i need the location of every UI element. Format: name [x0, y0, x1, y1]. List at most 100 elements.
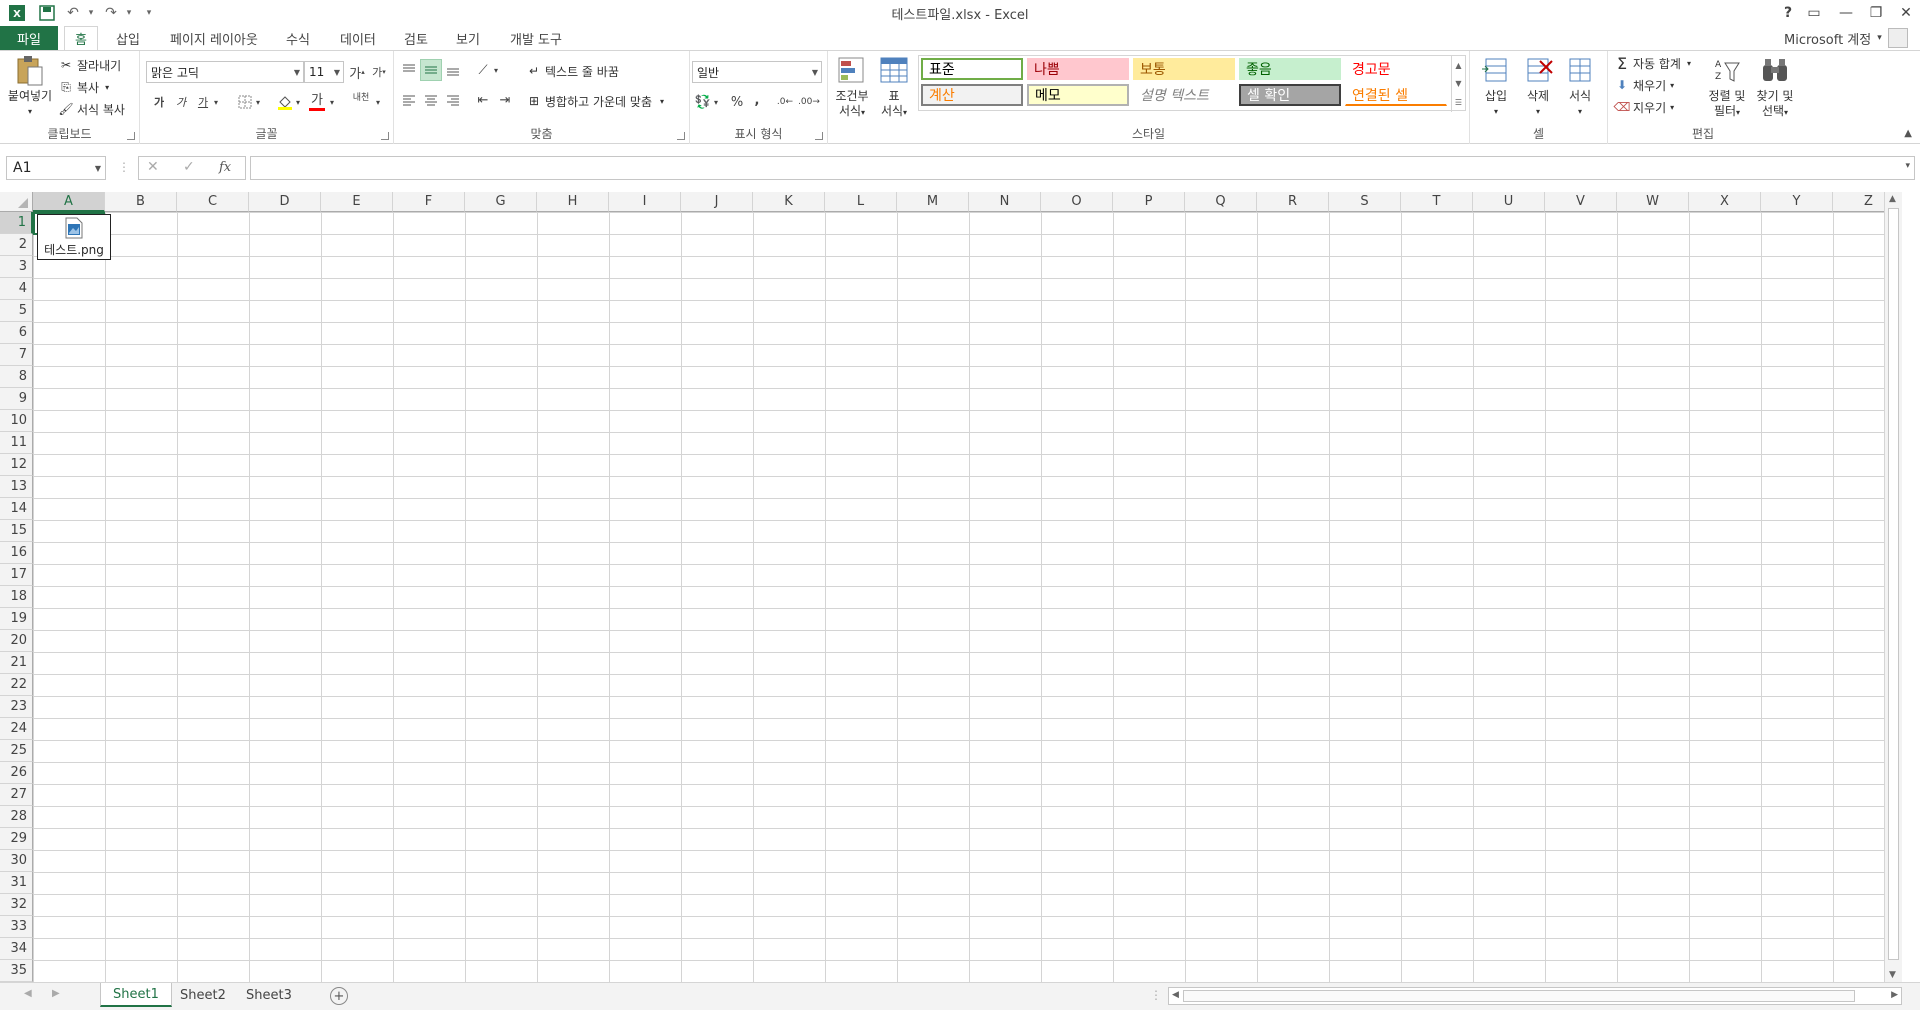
insert-cells-button[interactable]: 삽입 ▾ [1476, 55, 1516, 119]
row-header-30[interactable]: 30 [0, 850, 33, 872]
row-header-1[interactable]: 1 [0, 212, 33, 234]
font-size-combo[interactable]: 11 ▼ [304, 61, 344, 83]
font-name-combo[interactable]: 맑은 고딕 ▼ [146, 61, 304, 83]
cell-style-9[interactable]: 셀 확인 [1239, 84, 1341, 106]
autosum-button[interactable]: Σ 자동 합계 ▾ [1614, 53, 1691, 73]
column-header-x[interactable]: X [1689, 192, 1761, 212]
row-header-17[interactable]: 17 [0, 564, 33, 586]
row-header-29[interactable]: 29 [0, 828, 33, 850]
row-header-6[interactable]: 6 [0, 322, 33, 344]
italic-button[interactable]: 가 [170, 91, 192, 113]
account-menu[interactable]: Microsoft 계정 ▾ [1784, 28, 1908, 48]
cell-style-8[interactable]: 설명 텍스트 [1133, 84, 1235, 106]
increase-indent-icon[interactable]: ⇥ [494, 89, 516, 111]
row-header-27[interactable]: 27 [0, 784, 33, 806]
align-center-icon[interactable] [420, 89, 442, 111]
select-all-button[interactable] [0, 192, 33, 212]
column-header-l[interactable]: L [825, 192, 897, 212]
column-header-m[interactable]: M [897, 192, 969, 212]
copy-button[interactable]: ⎘ 복사 ▾ [58, 77, 109, 97]
column-header-o[interactable]: O [1041, 192, 1113, 212]
format-painter-button[interactable]: 🖌 서식 복사 [58, 99, 125, 119]
font-color-dropdown-icon[interactable]: ▾ [326, 91, 338, 113]
delete-cells-button[interactable]: 삭제 ▾ [1518, 55, 1558, 119]
vertical-scroll-thumb[interactable] [1888, 208, 1899, 960]
column-header-e[interactable]: E [321, 192, 393, 212]
new-sheet-button[interactable]: + [330, 987, 348, 1005]
column-header-i[interactable]: I [609, 192, 681, 212]
row-header-3[interactable]: 3 [0, 256, 33, 278]
cell-style-7[interactable]: 메모 [1027, 84, 1129, 106]
column-header-n[interactable]: N [969, 192, 1041, 212]
row-header-23[interactable]: 23 [0, 696, 33, 718]
column-header-q[interactable]: Q [1185, 192, 1257, 212]
clipboard-launcher-icon[interactable] [127, 132, 135, 140]
column-header-u[interactable]: U [1473, 192, 1545, 212]
row-header-14[interactable]: 14 [0, 498, 33, 520]
row-header-24[interactable]: 24 [0, 718, 33, 740]
column-header-b[interactable]: B [105, 192, 177, 212]
row-header-15[interactable]: 15 [0, 520, 33, 542]
alignment-launcher-icon[interactable] [677, 132, 685, 140]
increase-decimal-icon[interactable]: .0← [774, 91, 796, 113]
name-box[interactable]: A1 ▼ [6, 156, 106, 180]
row-header-33[interactable]: 33 [0, 916, 33, 938]
row-header-10[interactable]: 10 [0, 410, 33, 432]
tab-developer[interactable]: 개발 도구 [500, 26, 572, 50]
enter-icon[interactable]: ✓ [183, 159, 195, 175]
column-header-s[interactable]: S [1329, 192, 1401, 212]
cell-style-3[interactable]: 보통 [1133, 58, 1235, 80]
sheet-tab-sheet3[interactable]: Sheet3 [234, 983, 304, 1007]
orientation-dropdown-icon[interactable]: ▾ [490, 59, 502, 81]
column-header-g[interactable]: G [465, 192, 537, 212]
tab-data[interactable]: 데이터 [330, 26, 386, 50]
column-header-f[interactable]: F [393, 192, 465, 212]
vertical-scrollbar[interactable]: ▲ ▼ [1884, 192, 1902, 982]
cancel-icon[interactable]: ✕ [147, 159, 159, 175]
row-header-22[interactable]: 22 [0, 674, 33, 696]
grow-font-button[interactable]: 가 ▴ [346, 61, 368, 83]
formula-input[interactable]: ▾ [250, 156, 1915, 180]
sheet-tab-sheet2[interactable]: Sheet2 [168, 983, 238, 1007]
font-color-button[interactable]: 가 [306, 89, 328, 111]
gallery-scroll[interactable]: ▲ ▼ ☰ [1451, 56, 1465, 112]
collapse-ribbon-icon[interactable]: ▲ [1904, 128, 1912, 139]
row-header-35[interactable]: 35 [0, 960, 33, 982]
sheet-scroll-right-icon[interactable]: ▶ [52, 988, 60, 999]
help-button[interactable]: ? [1774, 2, 1802, 24]
cell-style-5[interactable]: 경고문 [1345, 58, 1447, 80]
column-header-y[interactable]: Y [1761, 192, 1833, 212]
close-button[interactable]: ✕ [1892, 2, 1920, 24]
tab-file[interactable]: 파일 [0, 26, 58, 50]
align-bottom-icon[interactable] [442, 59, 464, 81]
insert-function-button[interactable]: fx [219, 160, 231, 175]
row-header-7[interactable]: 7 [0, 344, 33, 366]
horizontal-scrollbar[interactable]: ◀ ▶ [1168, 987, 1902, 1005]
row-header-2[interactable]: 2 [0, 234, 33, 256]
accounting-dropdown-icon[interactable]: ▾ [710, 91, 722, 113]
column-header-a[interactable]: A [33, 192, 105, 212]
gallery-more-icon[interactable]: ☰ [1455, 98, 1462, 107]
merge-center-button[interactable]: ⊞ 병합하고 가운데 맞춤 ▾ [526, 91, 664, 111]
decrease-indent-icon[interactable]: ⇤ [472, 89, 494, 111]
row-header-31[interactable]: 31 [0, 872, 33, 894]
tab-home[interactable]: 홈 [64, 26, 98, 51]
font-launcher-icon[interactable] [381, 132, 389, 140]
column-header-v[interactable]: V [1545, 192, 1617, 212]
percent-button[interactable]: % [726, 91, 748, 113]
gallery-up-icon[interactable]: ▲ [1455, 61, 1461, 70]
minimize-button[interactable]: — [1832, 2, 1860, 24]
borders-dropdown-icon[interactable]: ▾ [252, 91, 264, 113]
fill-button[interactable]: ⬇ 채우기 ▾ [1614, 75, 1674, 95]
row-header-9[interactable]: 9 [0, 388, 33, 410]
shrink-font-button[interactable]: 가 ▾ [368, 61, 390, 83]
column-header-h[interactable]: H [537, 192, 609, 212]
column-header-t[interactable]: T [1401, 192, 1473, 212]
row-header-20[interactable]: 20 [0, 630, 33, 652]
wrap-text-button[interactable]: ↵ 텍스트 줄 바꿈 [526, 61, 619, 81]
tab-split-handle-icon[interactable]: ⋮ [1150, 988, 1162, 1002]
tab-page-layout[interactable]: 페이지 레이아웃 [160, 26, 268, 50]
comma-button[interactable]: , [746, 89, 768, 111]
row-header-18[interactable]: 18 [0, 586, 33, 608]
number-format-combo[interactable]: 일반 ▼ [692, 61, 822, 83]
